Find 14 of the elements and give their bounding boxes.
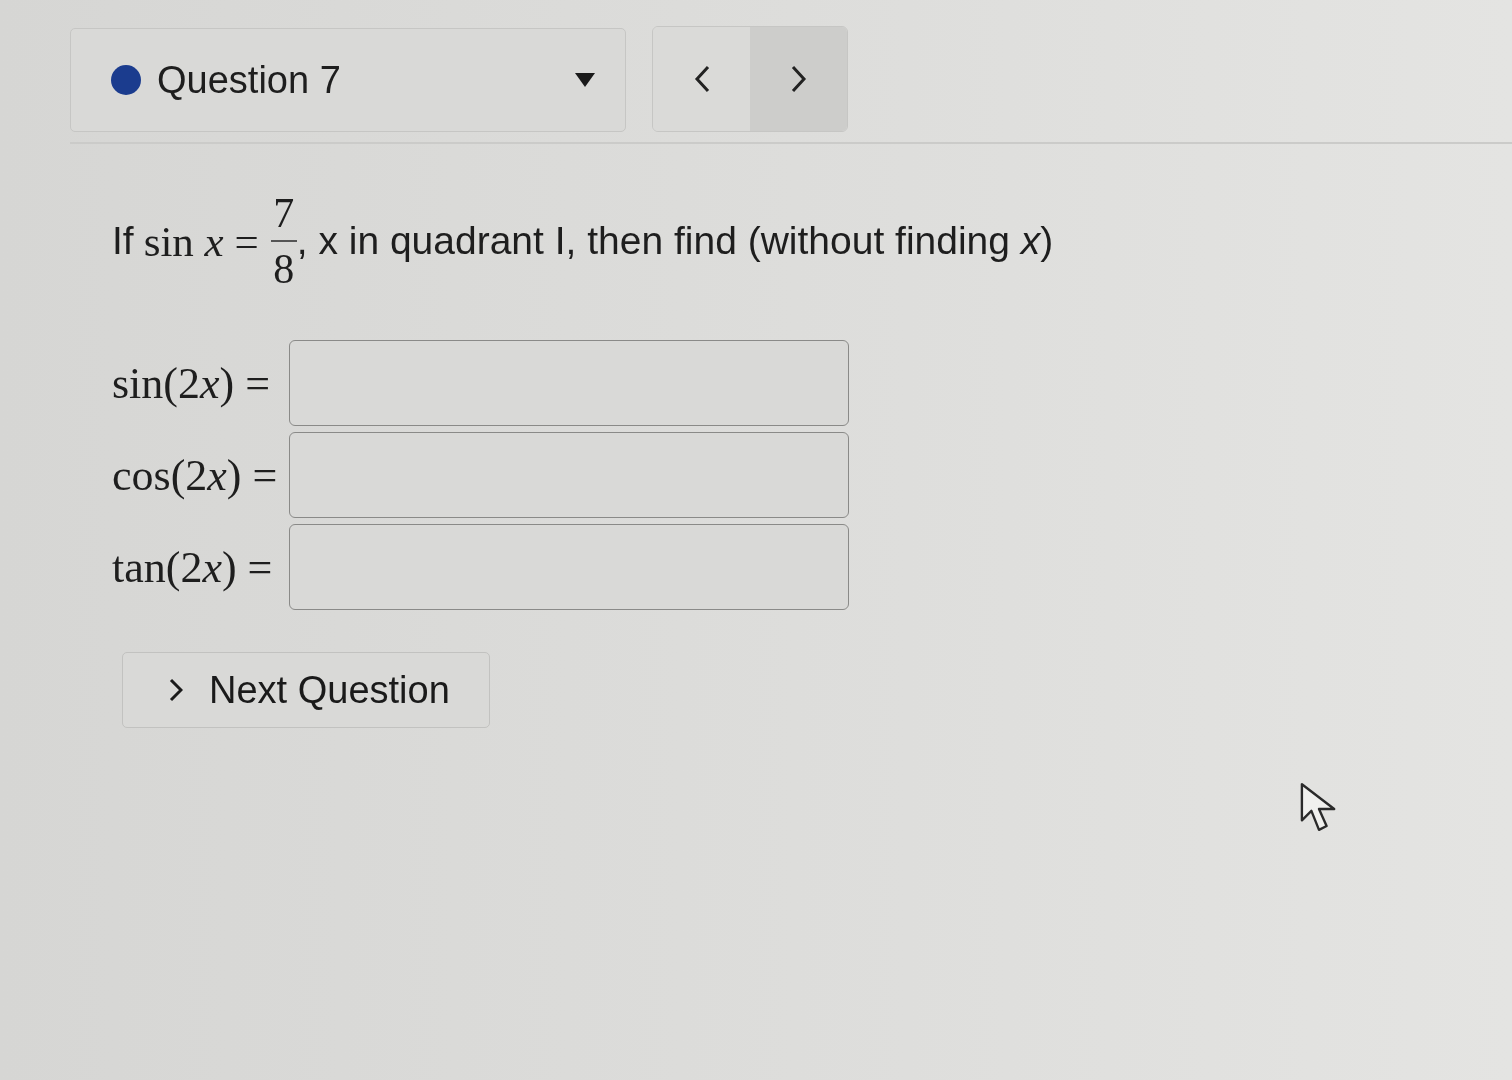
answer-field[interactable] — [289, 340, 850, 427]
math-label: cos(2x) = — [112, 449, 278, 502]
question-dropdown[interactable]: Question 7 — [70, 28, 626, 132]
status-dot-icon — [111, 65, 141, 95]
answer-field[interactable] — [289, 432, 850, 519]
mouse-pointer-icon — [1300, 782, 1338, 834]
math-label: tan(2x) = — [112, 541, 274, 594]
chevron-right-icon — [790, 65, 807, 93]
math-label: sin(2x) = — [112, 357, 271, 410]
chevron-left-icon — [693, 65, 710, 93]
next-question-button[interactable]: Next Question — [122, 652, 490, 729]
answer-field[interactable] — [289, 524, 850, 611]
chevron-right-icon — [169, 678, 183, 703]
caret-down-icon — [575, 73, 595, 87]
